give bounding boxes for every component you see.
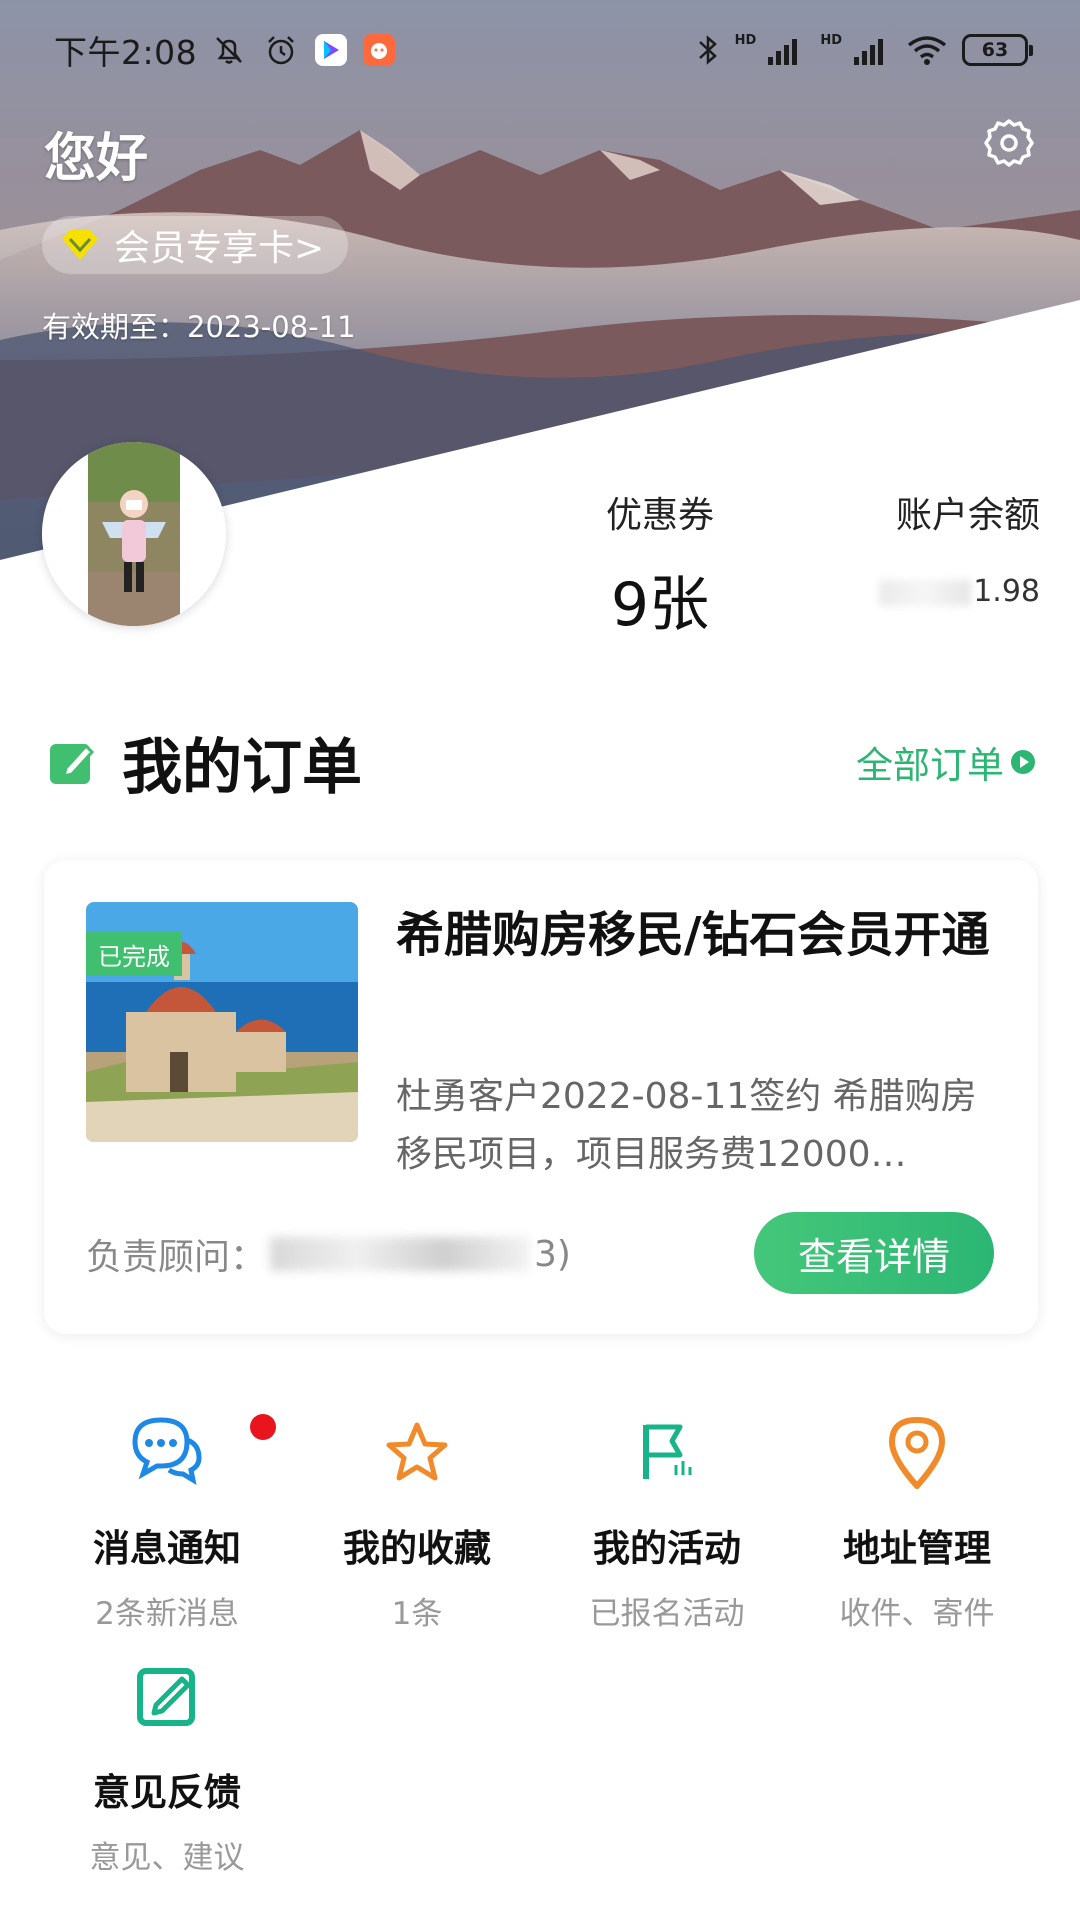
all-orders-label: 全部订单 bbox=[856, 744, 1004, 787]
status-time: 下午2:08 bbox=[54, 33, 198, 72]
signal-icon-2 bbox=[854, 39, 883, 65]
quick-action-messages[interactable]: 消息通知 2条新消息 bbox=[42, 1410, 292, 1633]
greeting-title: 您好 bbox=[44, 129, 149, 189]
edit-order-icon bbox=[50, 743, 95, 784]
wifi-icon bbox=[907, 36, 947, 65]
quick-action-label: 我的收藏 bbox=[343, 1527, 491, 1570]
quick-action-label: 意见反馈 bbox=[93, 1771, 241, 1814]
quick-action-favorites[interactable]: 我的收藏 1条 bbox=[292, 1410, 542, 1633]
play-app-icon bbox=[315, 34, 348, 66]
quick-action-label: 地址管理 bbox=[843, 1527, 991, 1570]
diamond-icon bbox=[62, 230, 98, 260]
order-thumbnail: 已完成 bbox=[86, 902, 358, 1142]
balance-label: 账户余额 bbox=[895, 495, 1040, 536]
order-card[interactable]: 已完成 希腊购房移民/钻石会员开通 杜勇客户2022-08-11签约 希腊购房移… bbox=[44, 860, 1038, 1334]
quick-action-feedback[interactable]: 意见反馈 意见、建议 bbox=[42, 1654, 292, 1877]
signal-icon bbox=[768, 39, 798, 65]
advisor-label: 负责顾问： bbox=[86, 1237, 267, 1278]
coupons-value: 9张 bbox=[610, 570, 710, 640]
quick-action-activities[interactable]: 我的活动 已报名活动 bbox=[542, 1410, 792, 1633]
alarm-icon bbox=[268, 36, 294, 65]
view-details-button[interactable]: 查看详情 bbox=[754, 1212, 994, 1294]
all-orders-link[interactable]: 全部订单 bbox=[856, 735, 1036, 789]
settings-button[interactable] bbox=[982, 116, 1036, 170]
balance-visible-digits: 1.98 bbox=[973, 574, 1040, 609]
order-description: 杜勇客户2022-08-11签约 希腊购房移民项目，项目服务费12000… bbox=[396, 1076, 977, 1175]
advisor-info: 负责顾问： 3) bbox=[86, 1228, 571, 1280]
star-icon bbox=[386, 1422, 448, 1481]
chat-bubbles-icon bbox=[132, 1417, 202, 1486]
quick-action-address[interactable]: 地址管理 收件、寄件 bbox=[792, 1410, 1042, 1633]
quick-action-label: 消息通知 bbox=[93, 1527, 241, 1570]
quick-action-sub: 收件、寄件 bbox=[839, 1596, 995, 1632]
avatar[interactable] bbox=[42, 442, 226, 626]
quick-action-label: 我的活动 bbox=[593, 1527, 741, 1570]
orders-section-title: 我的订单 bbox=[122, 732, 362, 803]
battery-indicator: 63 bbox=[962, 34, 1033, 66]
advisor-tail: 3) bbox=[534, 1233, 571, 1275]
edit-icon bbox=[137, 1668, 195, 1726]
quick-action-sub: 1条 bbox=[391, 1596, 443, 1632]
member-card-label: 会员专享卡> bbox=[114, 228, 325, 269]
unread-dot bbox=[250, 1414, 276, 1440]
play-circle-icon bbox=[1011, 750, 1035, 774]
quick-action-sub: 已报名活动 bbox=[589, 1596, 745, 1632]
coupons-stat[interactable]: 优惠券 9张 bbox=[580, 486, 740, 643]
order-title: 希腊购房移民/钻石会员开通 bbox=[396, 907, 990, 963]
mute-bell-icon bbox=[216, 37, 242, 64]
quick-action-sub: 意见、建议 bbox=[89, 1840, 245, 1876]
coupons-label: 优惠券 bbox=[605, 495, 714, 536]
balance-value: 1.98 bbox=[860, 574, 1040, 609]
app-notification-icon bbox=[363, 34, 396, 66]
bluetooth-icon bbox=[698, 35, 717, 65]
member-card-button[interactable]: 会员专享卡> bbox=[42, 216, 349, 274]
status-bar: 下午2:08 HD HD 63 bbox=[0, 0, 1080, 100]
order-status-badge: 已完成 bbox=[86, 932, 182, 976]
validity-date: 有效期至：2023-08-11 bbox=[42, 310, 356, 344]
gear-icon bbox=[984, 119, 1034, 167]
quick-action-sub: 2条新消息 bbox=[95, 1596, 239, 1632]
location-pin-icon bbox=[889, 1417, 945, 1489]
balance-redacted bbox=[879, 579, 972, 606]
avatar-photo bbox=[42, 442, 226, 626]
flag-icon bbox=[643, 1424, 692, 1479]
advisor-redacted bbox=[270, 1237, 531, 1271]
balance-stat[interactable]: 账户余额 1.98 bbox=[860, 486, 1040, 609]
orders-section-header: 我的订单 全部订单 bbox=[46, 722, 1036, 803]
